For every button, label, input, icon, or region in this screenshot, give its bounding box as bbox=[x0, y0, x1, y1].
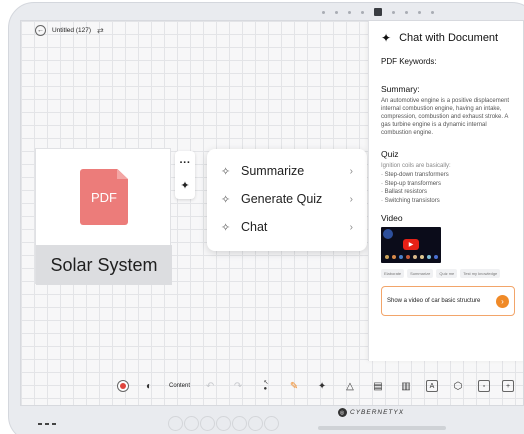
menu-item-label: Chat bbox=[241, 220, 268, 234]
page-dot[interactable] bbox=[405, 10, 408, 14]
menu-item-label: Generate Quiz bbox=[241, 192, 323, 206]
document-title[interactable]: Untitled (127) bbox=[52, 27, 91, 34]
chat-panel-title: Chat with Document bbox=[399, 32, 499, 44]
sticky-note-icon[interactable]: ▫ bbox=[478, 380, 491, 392]
highlighter-icon[interactable]: ▤ bbox=[370, 378, 386, 394]
whiteboard-canvas[interactable]: ← Untitled (127) ⇄ PDF Solar System ··· … bbox=[20, 20, 524, 406]
pdf-card[interactable]: PDF Solar System bbox=[35, 148, 172, 285]
brand-name: CYBERNETYX bbox=[350, 409, 405, 416]
quiz-option[interactable]: Step-up transformers bbox=[381, 180, 516, 188]
chip-elaborate[interactable]: Elaborate bbox=[381, 269, 405, 279]
send-arrow-icon[interactable]: › bbox=[496, 294, 509, 308]
keywords-label: PDF Keywords: bbox=[381, 57, 437, 66]
quiz-option[interactable]: Switching transistors bbox=[381, 197, 516, 205]
pointer-tool-icon[interactable]: ↖ ● bbox=[258, 378, 274, 394]
page-indicator bbox=[322, 8, 434, 16]
page-dot[interactable] bbox=[361, 10, 364, 14]
sparkle-icon: ✧ bbox=[221, 221, 231, 234]
sparkle-icon: ✧ bbox=[221, 165, 231, 178]
text-tool-icon[interactable]: A bbox=[426, 380, 439, 392]
prompt-text: Show a video of car basic structure bbox=[387, 298, 481, 305]
content-label[interactable]: Content bbox=[169, 383, 190, 389]
page-dot[interactable] bbox=[322, 10, 325, 14]
bezel-bar bbox=[318, 426, 446, 430]
ai-sparkle-icon[interactable]: ✦ bbox=[180, 179, 189, 192]
chip-summarize[interactable]: Summarize bbox=[407, 269, 434, 279]
page-dot[interactable] bbox=[431, 10, 434, 14]
bezel-speaker-grille bbox=[168, 416, 279, 431]
chat-prompt-input[interactable]: Show a video of car basic structure › bbox=[381, 286, 515, 317]
pdf-icon-text: PDF bbox=[91, 189, 117, 205]
card-mini-toolbar: ··· ✦ bbox=[175, 151, 195, 199]
brand-logo: ◎ CYBERNETYX bbox=[338, 408, 404, 417]
back-arrow-icon[interactable]: ← bbox=[35, 25, 46, 36]
ai-context-menu: ✧ Summarize › ✧ Generate Quiz › ✧ Chat › bbox=[207, 149, 367, 251]
quiz-option[interactable]: Ballast resistors bbox=[381, 188, 516, 196]
planets-row-graphic bbox=[385, 255, 438, 260]
page-dot[interactable] bbox=[418, 10, 421, 14]
pdf-card-label: Solar System bbox=[36, 245, 172, 285]
bezel-menu-icon bbox=[38, 423, 56, 425]
play-icon[interactable]: ▶ bbox=[403, 239, 419, 251]
menu-item-generate-quiz[interactable]: ✧ Generate Quiz › bbox=[221, 185, 353, 213]
chip-test-knowledge[interactable]: Test my knowledge bbox=[460, 269, 501, 279]
brand-logo-icon: ◎ bbox=[338, 408, 347, 417]
menu-item-chat[interactable]: ✧ Chat › bbox=[221, 213, 353, 241]
title-bar: ← Untitled (127) ⇄ bbox=[35, 25, 104, 36]
page-dot[interactable] bbox=[348, 10, 351, 14]
chevron-right-icon: › bbox=[349, 193, 353, 205]
chevron-right-icon: › bbox=[349, 221, 353, 233]
add-icon[interactable]: + bbox=[502, 380, 515, 392]
quiz-option[interactable]: Step-down transformers bbox=[381, 171, 516, 179]
planet-graphic bbox=[383, 229, 393, 240]
pen-tool-icon[interactable]: ✎ bbox=[286, 378, 302, 394]
undo-icon[interactable]: ↶ bbox=[202, 378, 218, 394]
quiz-options: Step-down transformers Step-up transform… bbox=[381, 171, 516, 205]
more-options-icon[interactable]: ··· bbox=[180, 157, 191, 168]
content-icon[interactable]: ◐ bbox=[141, 378, 157, 394]
quiz-question: Ignition coils are basically: bbox=[381, 163, 451, 170]
sparkle-icon: ✧ bbox=[221, 193, 231, 206]
video-heading: Video bbox=[381, 213, 403, 224]
page-dot-active[interactable] bbox=[374, 8, 382, 16]
chevron-right-icon: › bbox=[349, 165, 353, 177]
summary-text: An automotive engine is a positive displ… bbox=[381, 98, 510, 137]
chip-quiz-me[interactable]: Quiz me bbox=[436, 269, 458, 279]
chat-panel-header: ✦ Chat with Document bbox=[381, 31, 516, 45]
page-dot[interactable] bbox=[392, 10, 395, 14]
quiz-heading: Quiz bbox=[381, 149, 399, 160]
summary-heading: Summary: bbox=[381, 84, 420, 94]
eraser-icon[interactable]: ▥ bbox=[398, 378, 414, 394]
page-dot[interactable] bbox=[335, 10, 338, 14]
redo-icon[interactable]: ↷ bbox=[230, 378, 246, 394]
shapes-icon[interactable]: ⬡ bbox=[450, 378, 466, 394]
ai-sparkle-icon: ✦ bbox=[381, 31, 392, 45]
chat-with-document-panel: ✦ Chat with Document PDF Keywords: Summa… bbox=[368, 21, 523, 361]
shape-triangle-icon[interactable]: △ bbox=[342, 378, 358, 394]
menu-item-label: Summarize bbox=[241, 164, 305, 178]
swap-icon[interactable]: ⇄ bbox=[97, 26, 104, 35]
ai-magic-icon[interactable]: ✦ bbox=[314, 378, 330, 394]
menu-item-summarize[interactable]: ✧ Summarize › bbox=[221, 157, 353, 185]
bottom-toolbar: ◐ Content ↶ ↷ ↖ ● ✎ ✦ △ ▤ ▥ A ⬡ ▫ + bbox=[117, 373, 515, 399]
suggestion-chips: Elaborate Summarize Quiz me Test my know… bbox=[381, 269, 516, 279]
video-thumbnail[interactable]: ▶ bbox=[381, 227, 441, 264]
record-icon[interactable] bbox=[117, 380, 129, 392]
